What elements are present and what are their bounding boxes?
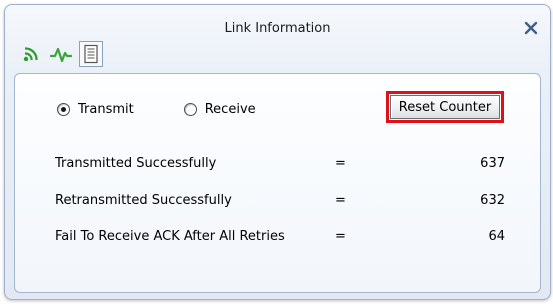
document-list-icon[interactable] (79, 41, 103, 67)
window-title: Link Information (224, 21, 331, 36)
reset-counter-highlight: Reset Counter (386, 91, 504, 123)
stat-value: 637 (480, 156, 505, 171)
reset-counter-button[interactable]: Reset Counter (390, 95, 500, 119)
transmit-radio[interactable] (57, 103, 70, 116)
stat-equals: = (335, 156, 346, 171)
stat-equals: = (335, 193, 346, 208)
stat-row-transmitted: Transmitted Successfully = 637 (55, 156, 505, 174)
stat-row-retransmitted: Retransmitted Successfully = 632 (55, 193, 505, 211)
stat-label: Fail To Receive ACK After All Retries (55, 229, 285, 244)
receive-radio-option[interactable]: Receive (183, 102, 256, 117)
link-information-window: Link Information Transmit Receive Reset … (4, 4, 551, 300)
signal-wave-icon[interactable] (19, 42, 43, 66)
receive-radio-label: Receive (204, 102, 256, 117)
stat-value: 64 (488, 229, 505, 244)
statistics-panel: Transmit Receive Reset Counter Transmitt… (14, 73, 541, 293)
receive-radio[interactable] (183, 103, 197, 116)
pulse-graph-icon[interactable] (49, 42, 73, 66)
stat-value: 632 (480, 193, 505, 208)
mode-radio-group: Transmit Receive (57, 102, 256, 117)
stat-label: Retransmitted Successfully (55, 193, 232, 208)
stat-row-fail-ack: Fail To Receive ACK After All Retries = … (55, 229, 505, 247)
close-icon[interactable] (522, 19, 540, 37)
transmit-radio-option[interactable]: Transmit (57, 102, 134, 117)
toolbar (19, 39, 103, 69)
stat-equals: = (335, 229, 346, 244)
transmit-radio-label: Transmit (78, 102, 134, 117)
stat-label: Transmitted Successfully (55, 156, 217, 171)
